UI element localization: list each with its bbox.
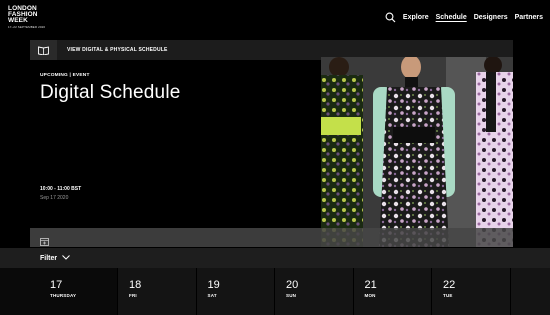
day-number: 21 — [364, 279, 377, 291]
event-card[interactable]: VIEW DIGITAL & PHYSICAL SCHEDULE UPCOMIN… — [30, 40, 513, 247]
event-eyebrow: UPCOMING | EVENT — [40, 73, 90, 78]
filter-label: Filter — [40, 254, 58, 262]
day-number: 20 — [286, 279, 299, 291]
search-icon[interactable] — [385, 12, 396, 23]
add-to-calendar-icon[interactable] — [40, 233, 49, 246]
card-footer-shade — [30, 228, 513, 247]
day-of-week: TUE — [443, 293, 453, 298]
day-of-week: THURSDAY — [50, 293, 77, 298]
nav-designers[interactable]: Designers — [474, 14, 508, 21]
nav-schedule[interactable]: Schedule — [436, 14, 467, 21]
day-of-week: SUN — [286, 293, 297, 298]
day-19[interactable]: 19 SAT — [197, 268, 275, 315]
day-20[interactable]: 20 SUN — [275, 268, 354, 315]
day-of-week: FRI — [129, 293, 137, 298]
logo-line-3: WEEK — [8, 17, 28, 24]
event-time: 10:00 - 11:00 BST — [40, 186, 82, 192]
day-of-week: MON — [364, 293, 376, 298]
day-18[interactable]: 18 FRI — [118, 268, 197, 315]
day-22[interactable]: 22 TUE — [432, 268, 511, 315]
view-schedule-link[interactable]: VIEW DIGITAL & PHYSICAL SCHEDULE — [67, 47, 168, 53]
event-title: Digital Schedule — [40, 82, 181, 103]
lfw-logo[interactable]: LONDON FASHION WEEK 17–22 SEPTEMBER 2020 — [8, 5, 48, 29]
day-number: 17 — [50, 279, 63, 291]
logo-dates: 17–22 SEPTEMBER 2020 — [8, 25, 46, 29]
filter-toggle[interactable]: Filter — [0, 248, 550, 268]
day-of-week: SAT — [207, 293, 217, 298]
nav-partners[interactable]: Partners — [515, 14, 543, 21]
day-number: 19 — [207, 279, 220, 291]
date-strip: 17 THURSDAY 18 FRI 19 SAT 20 SUN 21 MON … — [0, 268, 550, 315]
top-nav: Explore Schedule Designers Partners — [385, 12, 543, 23]
chevron-down-icon — [62, 254, 70, 262]
event-date: Sep 17 2020 — [40, 195, 69, 201]
day-number: 22 — [443, 279, 456, 291]
book-icon — [30, 40, 57, 60]
runway-photo — [321, 57, 513, 247]
day-17[interactable]: 17 THURSDAY — [0, 268, 118, 315]
day-21[interactable]: 21 MON — [354, 268, 432, 315]
day-number: 18 — [129, 279, 142, 291]
nav-explore[interactable]: Explore — [403, 14, 429, 21]
